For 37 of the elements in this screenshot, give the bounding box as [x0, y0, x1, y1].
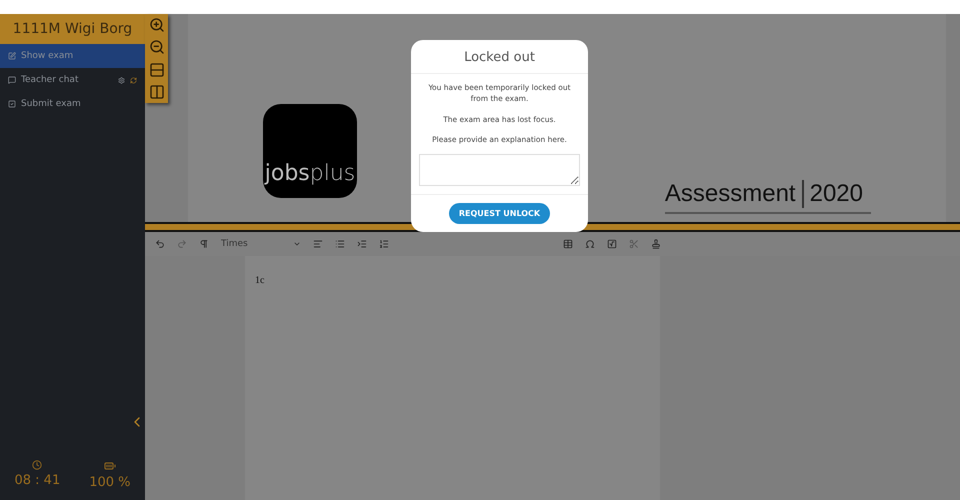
battery-icon: [104, 460, 116, 472]
indent-icon[interactable]: [357, 239, 367, 249]
omega-icon[interactable]: [585, 239, 595, 249]
columns-layout-icon[interactable]: [148, 84, 164, 100]
stamp-icon[interactable]: [651, 239, 661, 249]
checkbox-icon: [8, 100, 16, 108]
font-select[interactable]: Times: [221, 239, 281, 249]
logo: jobsplus: [263, 104, 357, 198]
exam-year: 2020: [808, 180, 863, 208]
radical-icon[interactable]: [607, 239, 617, 249]
exam-title: Assessment: [664, 180, 804, 208]
request-unlock-button[interactable]: REQUEST UNLOCK: [448, 203, 550, 224]
zoom-out-icon[interactable]: [148, 39, 164, 56]
paragraph-icon[interactable]: [199, 239, 209, 249]
caret-icon[interactable]: [293, 240, 301, 248]
align-icon[interactable]: [313, 239, 323, 249]
numbered-list-icon[interactable]: [379, 239, 389, 249]
timer-text: 08 : 41: [14, 473, 60, 488]
clock-icon: [32, 460, 42, 470]
sidebar-item[interactable]: Submit exam: [0, 92, 145, 116]
list-icon[interactable]: [335, 239, 345, 249]
table-icon[interactable]: [563, 239, 573, 249]
chat-icon: [8, 76, 16, 84]
edit-icon: [8, 52, 16, 60]
settings-icon[interactable]: [118, 76, 125, 84]
editor-page[interactable]: 1c: [245, 256, 660, 500]
battery-text: 100 %: [89, 475, 130, 490]
undo-icon[interactable]: [155, 239, 165, 249]
sidebar-item[interactable]: Show exam: [0, 44, 145, 68]
zoom-in-icon[interactable]: [148, 17, 164, 34]
dialog-title: Locked out: [411, 40, 588, 74]
rows-layout-icon[interactable]: [148, 62, 164, 78]
sidebar-item[interactable]: Teacher chat: [0, 68, 145, 92]
explanation-field[interactable]: [419, 154, 580, 186]
editor-text: 1c: [255, 275, 264, 286]
refresh-icon[interactable]: [130, 76, 137, 84]
user-name: 1111M Wigi Borg: [0, 14, 145, 44]
